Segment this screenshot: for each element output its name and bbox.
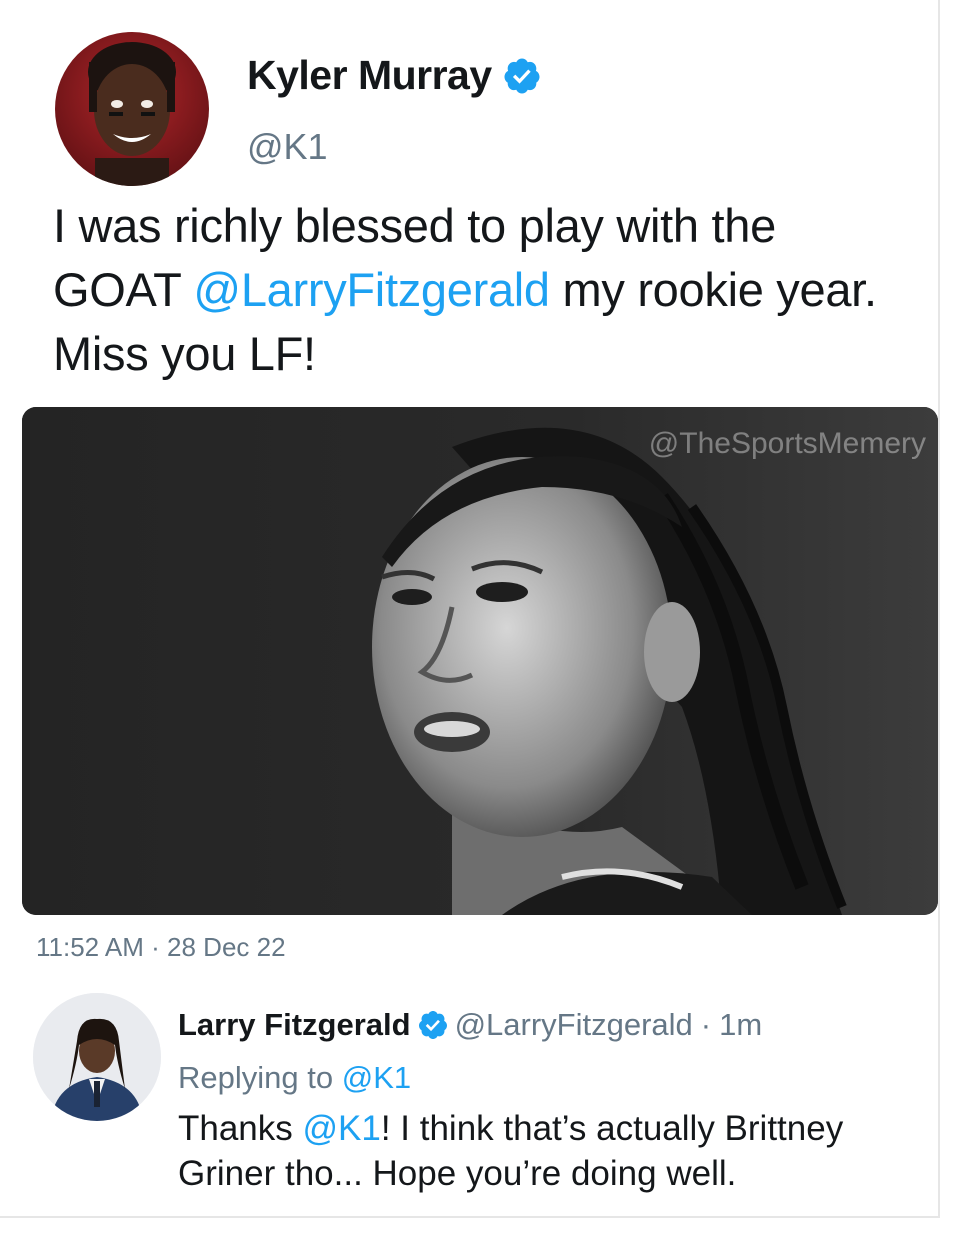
reply-author-name[interactable]: Larry Fitzgerald [178, 1007, 411, 1043]
reply-header: Larry Fitzgerald @LarryFitzgerald · 1m [178, 1007, 762, 1043]
replying-to-line: Replying to @K1 [178, 1060, 411, 1096]
reply-mention-link[interactable]: @K1 [303, 1109, 381, 1148]
reply-author-handle[interactable]: @LarryFitzgerald [455, 1007, 693, 1043]
frame-border-bottom [0, 1216, 940, 1218]
verified-badge-icon [418, 1011, 447, 1039]
separator-dot: · [700, 1007, 712, 1042]
author-handle[interactable]: @K1 [247, 126, 328, 168]
portrait-photo [22, 407, 938, 915]
reply-time[interactable]: 1m [719, 1007, 762, 1043]
reply-author-avatar[interactable] [33, 993, 161, 1121]
author-name-text[interactable]: Kyler Murray [247, 52, 492, 99]
tweet-text: I was richly blessed to play with the GO… [53, 194, 913, 386]
mention-link[interactable]: @LarryFitzgerald [193, 263, 550, 316]
replying-to-handle[interactable]: @K1 [342, 1060, 411, 1095]
author-avatar[interactable] [55, 32, 209, 186]
tweet-timestamp[interactable]: 11:52 AM · 28 Dec 22 [36, 932, 286, 963]
media-watermark: @TheSportsMemery [648, 427, 926, 460]
replying-to-label: Replying to [178, 1060, 342, 1095]
reply-text-part: Thanks [178, 1109, 303, 1148]
reply-text: Thanks @K1! I think that’s actually Brit… [178, 1106, 918, 1196]
avatar-image [55, 32, 209, 186]
frame-border-right [938, 0, 940, 1218]
author-name[interactable]: Kyler Murray [247, 52, 542, 99]
verified-badge-icon [504, 58, 540, 93]
reply-avatar-image [33, 993, 161, 1121]
tweet-media-image[interactable]: @TheSportsMemery [22, 407, 938, 915]
